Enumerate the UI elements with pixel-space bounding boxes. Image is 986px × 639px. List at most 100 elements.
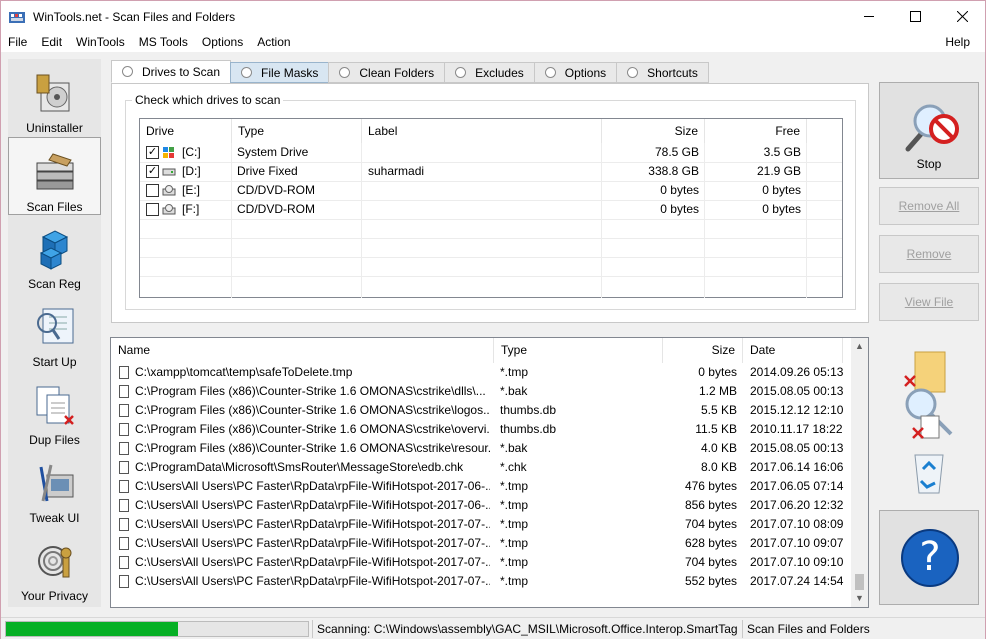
file-icon: [119, 423, 129, 436]
drive-row[interactable]: ✓ [D:] Drive Fixed suharmadi 338.8 GB 21…: [140, 162, 842, 181]
drive-checkbox[interactable]: ✓: [146, 146, 159, 159]
file-row[interactable]: C:\xampp\tomcat\temp\safeToDelete.tmp *.t…: [111, 363, 853, 382]
drive-checkbox[interactable]: [146, 203, 159, 216]
file-row[interactable]: C:\Users\All Users\PC Faster\RpData\rpFi…: [111, 496, 853, 515]
file-date: 2015.08.05 00:13: [750, 384, 844, 398]
sidebar-item-label: Start Up: [32, 355, 77, 369]
menu-file[interactable]: File: [1, 32, 34, 52]
sidebar-item-dup-files[interactable]: Dup Files: [8, 371, 101, 449]
stop-label: Stop: [916, 157, 942, 171]
drives-list[interactable]: Drive Type Label Size Free ✓ [C:] System…: [139, 118, 843, 298]
file-row[interactable]: C:\Users\All Users\PC Faster\RpData\rpFi…: [111, 515, 853, 534]
drive-checkbox[interactable]: [146, 184, 159, 197]
drive-type: CD/DVD-ROM: [237, 202, 315, 216]
column-size[interactable]: Size: [602, 119, 705, 143]
column-type[interactable]: Type: [494, 338, 663, 363]
tab-excludes[interactable]: Excludes: [444, 62, 535, 83]
menu-help[interactable]: Help: [938, 32, 977, 52]
sidebar-item-scan-reg[interactable]: Scan Reg: [8, 215, 101, 293]
drive-checkbox[interactable]: ✓: [146, 165, 159, 178]
file-type: *.tmp: [500, 498, 529, 512]
sidebar-item-label: Your Privacy: [21, 589, 88, 603]
column-type[interactable]: Type: [232, 119, 362, 143]
file-row[interactable]: C:\Program Files (x86)\Counter-Strike 1.…: [111, 382, 853, 401]
grid-line: [140, 219, 842, 220]
file-type: *.tmp: [500, 536, 529, 550]
remove-button[interactable]: Remove: [879, 235, 979, 273]
menu-options[interactable]: Options: [195, 32, 250, 52]
drive-row[interactable]: ✓ [C:] System Drive 78.5 GB 3.5 GB: [140, 143, 842, 162]
sidebar-item-label: Scan Files: [26, 200, 83, 214]
sidebar-item-uninstaller[interactable]: Uninstaller: [8, 59, 101, 137]
file-row[interactable]: C:\Users\All Users\PC Faster\RpData\rpFi…: [111, 534, 853, 553]
tab-file-masks[interactable]: File Masks: [230, 62, 330, 83]
menu-action[interactable]: Action: [250, 32, 297, 52]
drive-letter: [C:]: [182, 145, 201, 159]
file-name: C:\Users\All Users\PC Faster\RpData\rpFi…: [135, 479, 490, 493]
minimize-button[interactable]: [846, 1, 892, 32]
column-name[interactable]: Name: [111, 338, 494, 363]
file-type: *.bak: [500, 384, 528, 398]
drive-free: 3.5 GB: [763, 145, 801, 159]
file-row[interactable]: C:\Program Files (x86)\Counter-Strike 1.…: [111, 439, 853, 458]
file-icon: [119, 480, 129, 493]
file-name: C:\Users\All Users\PC Faster\RpData\rpFi…: [135, 498, 490, 512]
tab-shortcuts[interactable]: Shortcuts: [616, 62, 709, 83]
file-icon: [119, 404, 129, 417]
tab-clean-folders[interactable]: Clean Folders: [328, 62, 446, 83]
file-row[interactable]: C:\Users\All Users\PC Faster\RpData\rpFi…: [111, 572, 853, 591]
file-name: C:\Users\All Users\PC Faster\RpData\rpFi…: [135, 517, 490, 531]
drive-size: 338.8 GB: [648, 164, 699, 178]
view-file-button[interactable]: View File: [879, 283, 979, 321]
tab-options[interactable]: Options: [533, 62, 618, 83]
menu-bar: File Edit WinTools MS Tools Options Acti…: [1, 32, 985, 52]
file-row[interactable]: C:\ProgramData\Microsoft\SmsRouter\Messa…: [111, 458, 853, 477]
title-bar: WinTools.net - Scan Files and Folders: [1, 1, 985, 32]
file-name: C:\Program Files (x86)\Counter-Strike 1.…: [135, 441, 490, 455]
file-name: C:\Program Files (x86)\Counter-Strike 1.…: [135, 403, 490, 417]
files-scrollbar[interactable]: ▲ ▼: [851, 338, 868, 607]
column-free[interactable]: Free: [705, 119, 807, 143]
sidebar-item-scan-files[interactable]: Scan Files: [8, 137, 101, 215]
stop-button[interactable]: Stop: [879, 82, 979, 179]
file-size: 11.5 KB: [695, 422, 737, 436]
sidebar-item-start-up[interactable]: Start Up: [8, 293, 101, 371]
maximize-button[interactable]: [892, 1, 938, 32]
files-list-header: Name Type Size Date: [111, 338, 853, 363]
column-size[interactable]: Size: [663, 338, 743, 363]
file-icon: [119, 461, 129, 474]
scroll-down-icon[interactable]: ▼: [851, 590, 868, 607]
tools-sidebar: Uninstaller Scan Files Scan Reg Start Up…: [8, 59, 101, 607]
close-button[interactable]: [939, 1, 985, 32]
column-label[interactable]: Label: [362, 119, 602, 143]
file-row[interactable]: C:\Program Files (x86)\Counter-Strike 1.…: [111, 420, 853, 439]
drive-row[interactable]: [E:] CD/DVD-ROM 0 bytes 0 bytes: [140, 181, 842, 200]
menu-edit[interactable]: Edit: [34, 32, 69, 52]
file-date: 2015.12.12 12:10: [750, 403, 844, 417]
remove-all-button[interactable]: Remove All: [879, 187, 979, 225]
file-row[interactable]: C:\Users\All Users\PC Faster\RpData\rpFi…: [111, 477, 853, 496]
radio-icon: [627, 67, 639, 78]
sidebar-item-your-privacy[interactable]: Your Privacy: [8, 527, 101, 605]
file-date: 2017.06.14 16:06: [750, 460, 844, 474]
uninstaller-icon: [33, 71, 77, 115]
column-date[interactable]: Date: [743, 338, 843, 363]
file-icon: [119, 575, 129, 588]
scroll-thumb[interactable]: [855, 574, 864, 590]
file-size: 628 bytes: [684, 536, 737, 550]
menu-wintools[interactable]: WinTools: [69, 32, 132, 52]
drive-row[interactable]: [F:] CD/DVD-ROM 0 bytes 0 bytes: [140, 200, 842, 219]
menu-ms-tools[interactable]: MS Tools: [132, 32, 195, 52]
file-row[interactable]: C:\Users\All Users\PC Faster\RpData\rpFi…: [111, 553, 853, 572]
file-date: 2014.09.26 05:13: [750, 365, 844, 379]
scroll-up-icon[interactable]: ▲: [851, 338, 868, 355]
sidebar-item-tweak-ui[interactable]: Tweak UI: [8, 449, 101, 527]
cd-drive-icon: [162, 181, 176, 200]
help-button[interactable]: ?: [879, 510, 979, 605]
app-window: WinTools.net - Scan Files and Folders Fi…: [0, 0, 986, 639]
found-files-list[interactable]: Name Type Size Date C:\xampp\tomcat\temp…: [110, 337, 869, 608]
scan-progress-bar: [5, 621, 309, 637]
column-drive[interactable]: Drive: [140, 119, 232, 143]
file-row[interactable]: C:\Program Files (x86)\Counter-Strike 1.…: [111, 401, 853, 420]
tab-drives-to-scan[interactable]: Drives to Scan: [111, 60, 232, 83]
